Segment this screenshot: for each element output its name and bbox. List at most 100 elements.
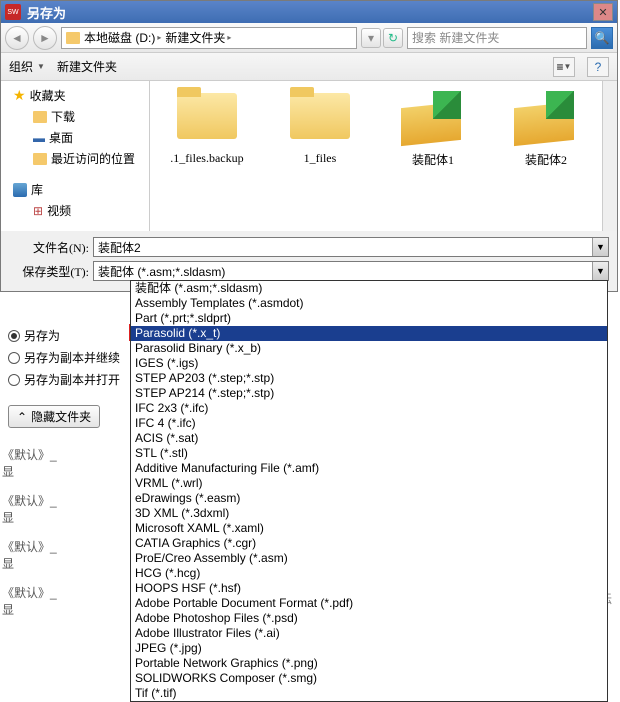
sidebar-recent[interactable]: 最近访问的位置: [3, 148, 147, 169]
radio-saveas-copy-continue[interactable]: 另存为副本并继续: [8, 349, 126, 366]
tree-item: 《默认》_显: [0, 578, 70, 624]
sidebar-favorites[interactable]: ★收藏夹: [3, 85, 147, 106]
assembly-icon: [397, 87, 469, 147]
view-button[interactable]: ≡▼: [553, 57, 575, 77]
filetype-option[interactable]: STL (*.stl): [131, 446, 607, 461]
file-item[interactable]: 装配体1: [380, 87, 485, 168]
filetype-option[interactable]: Parasolid Binary (*.x_b): [131, 341, 607, 356]
chevron-right-icon: ▸: [157, 33, 161, 42]
back-button[interactable]: ◄: [5, 26, 29, 50]
filetype-option[interactable]: Adobe Portable Document Format (*.pdf): [131, 596, 607, 611]
sidebar-desktop[interactable]: ▬桌面: [3, 127, 147, 148]
organize-menu[interactable]: 组织▼: [9, 58, 45, 75]
file-label: 装配体1: [412, 151, 454, 168]
new-folder-button[interactable]: 新建文件夹: [57, 58, 117, 75]
filetype-option[interactable]: 装配体 (*.asm;*.sldasm): [131, 281, 607, 296]
file-item[interactable]: .1_files.backup: [154, 87, 259, 166]
refresh-button[interactable]: ↻: [383, 28, 403, 48]
path-folder[interactable]: 新建文件夹▸: [165, 29, 231, 46]
filetype-option[interactable]: Portable Network Graphics (*.png): [131, 656, 607, 671]
chevron-down-icon[interactable]: ▼: [592, 262, 608, 280]
filetype-dropdown[interactable]: 装配体 (*.asm;*.sldasm)Assembly Templates (…: [130, 280, 608, 702]
folder-icon: [284, 87, 356, 147]
path-box[interactable]: 本地磁盘 (D:)▸ 新建文件夹▸: [61, 27, 357, 49]
filetype-option[interactable]: Microsoft XAML (*.xaml): [131, 521, 607, 536]
filetype-option[interactable]: eDrawings (*.easm): [131, 491, 607, 506]
file-label: 装配体2: [525, 151, 567, 168]
app-icon: SW: [5, 4, 21, 20]
chevron-down-icon: ▼: [37, 62, 45, 71]
filetype-option[interactable]: Adobe Illustrator Files (*.ai): [131, 626, 607, 641]
filename-label: 文件名(N):: [9, 239, 89, 256]
filetype-option[interactable]: CATIA Graphics (*.cgr): [131, 536, 607, 551]
sidebar-videos[interactable]: ⊞视频: [3, 200, 147, 221]
folder-icon: [66, 32, 80, 44]
body: ★收藏夹 下载 ▬桌面 最近访问的位置 库 ⊞视频 .1_files.backu…: [1, 81, 617, 231]
filetype-option[interactable]: IGES (*.igs): [131, 356, 607, 371]
chevron-right-icon: ▸: [227, 33, 231, 42]
folder-icon: [33, 153, 47, 165]
chevron-down-icon[interactable]: ▼: [592, 238, 608, 256]
filetype-option[interactable]: IFC 4 (*.ifc): [131, 416, 607, 431]
tree-item: 《默认》_显: [0, 532, 70, 578]
radio-saveas-copy-open[interactable]: 另存为副本并打开: [8, 371, 126, 388]
filetype-option[interactable]: STEP AP203 (*.step;*.stp): [131, 371, 607, 386]
filetype-select[interactable]: 装配体 (*.asm;*.sldasm)▼: [93, 261, 609, 281]
filetype-option[interactable]: IFC 2x3 (*.ifc): [131, 401, 607, 416]
sidebar: ★收藏夹 下载 ▬桌面 最近访问的位置 库 ⊞视频: [1, 81, 150, 231]
file-item[interactable]: 装配体2: [493, 87, 598, 168]
filename-input[interactable]: 装配体2▼: [93, 237, 609, 257]
filetype-option[interactable]: VRML (*.wrl): [131, 476, 607, 491]
vertical-scrollbar[interactable]: [602, 81, 617, 231]
sidebar-downloads[interactable]: 下载: [3, 106, 147, 127]
filetype-option[interactable]: SOLIDWORKS Composer (*.smg): [131, 671, 607, 686]
radio-icon: [8, 330, 20, 342]
file-item[interactable]: 1_files: [267, 87, 372, 166]
assembly-icon: [510, 87, 582, 147]
star-icon: ★: [13, 87, 26, 104]
chevron-up-icon: ⌃: [17, 410, 27, 424]
filetype-option[interactable]: Additive Manufacturing File (*.amf): [131, 461, 607, 476]
radio-icon: [8, 352, 20, 364]
close-button[interactable]: ✕: [593, 3, 613, 21]
filetype-option[interactable]: Part (*.prt;*.sldprt): [131, 311, 607, 326]
library-icon: [13, 183, 27, 197]
save-as-dialog: SW 另存为 ✕ ◄ ► 本地磁盘 (D:)▸ 新建文件夹▸ ▾ ↻ 搜索 新建…: [0, 0, 618, 292]
filetype-option[interactable]: Parasolid (*.x_t): [131, 326, 607, 341]
filetype-option[interactable]: Adobe Photoshop Files (*.psd): [131, 611, 607, 626]
hide-folders-button[interactable]: ⌃隐藏文件夹: [8, 405, 100, 428]
help-button[interactable]: ?: [587, 57, 609, 77]
forward-button[interactable]: ►: [33, 26, 57, 50]
file-label: 1_files: [304, 151, 337, 166]
background-tree: 《默认》_显 《默认》_显 《默认》_显 《默认》_显: [0, 440, 70, 624]
radio-icon: [8, 374, 20, 386]
filetype-option[interactable]: JPEG (*.jpg): [131, 641, 607, 656]
sidebar-libraries[interactable]: 库: [3, 179, 147, 200]
filetype-option[interactable]: Tif (*.tif): [131, 686, 607, 701]
window-title: 另存为: [27, 3, 593, 22]
filetype-option[interactable]: ProE/Creo Assembly (*.asm): [131, 551, 607, 566]
filetype-option[interactable]: ACIS (*.sat): [131, 431, 607, 446]
folder-icon: [33, 111, 47, 123]
file-area: .1_files.backup 1_files 装配体1 装配体2: [150, 81, 602, 231]
tree-item: 《默认》_显: [0, 486, 70, 532]
path-drive[interactable]: 本地磁盘 (D:)▸: [84, 29, 161, 46]
search-input[interactable]: 搜索 新建文件夹: [407, 27, 587, 49]
desktop-icon: ▬: [33, 131, 45, 145]
tree-item: 《默认》_显: [0, 440, 70, 486]
save-options: 另存为 另存为副本并继续 另存为副本并打开 ⌃隐藏文件夹: [8, 322, 126, 428]
file-label: .1_files.backup: [170, 151, 243, 166]
filetype-option[interactable]: STEP AP214 (*.step;*.stp): [131, 386, 607, 401]
filetype-option[interactable]: Assembly Templates (*.asmdot): [131, 296, 607, 311]
filetype-label: 保存类型(T):: [9, 263, 89, 280]
filetype-option[interactable]: HCG (*.hcg): [131, 566, 607, 581]
dropdown-button[interactable]: ▾: [361, 28, 381, 48]
nav-bar: ◄ ► 本地磁盘 (D:)▸ 新建文件夹▸ ▾ ↻ 搜索 新建文件夹 🔍: [1, 23, 617, 53]
search-button[interactable]: 🔍: [591, 27, 613, 49]
filetype-option[interactable]: 3D XML (*.3dxml): [131, 506, 607, 521]
titlebar: SW 另存为 ✕: [1, 1, 617, 23]
toolbar: 组织▼ 新建文件夹 ≡▼ ?: [1, 53, 617, 81]
folder-icon: [171, 87, 243, 147]
radio-saveas[interactable]: 另存为: [8, 327, 126, 344]
filetype-option[interactable]: HOOPS HSF (*.hsf): [131, 581, 607, 596]
